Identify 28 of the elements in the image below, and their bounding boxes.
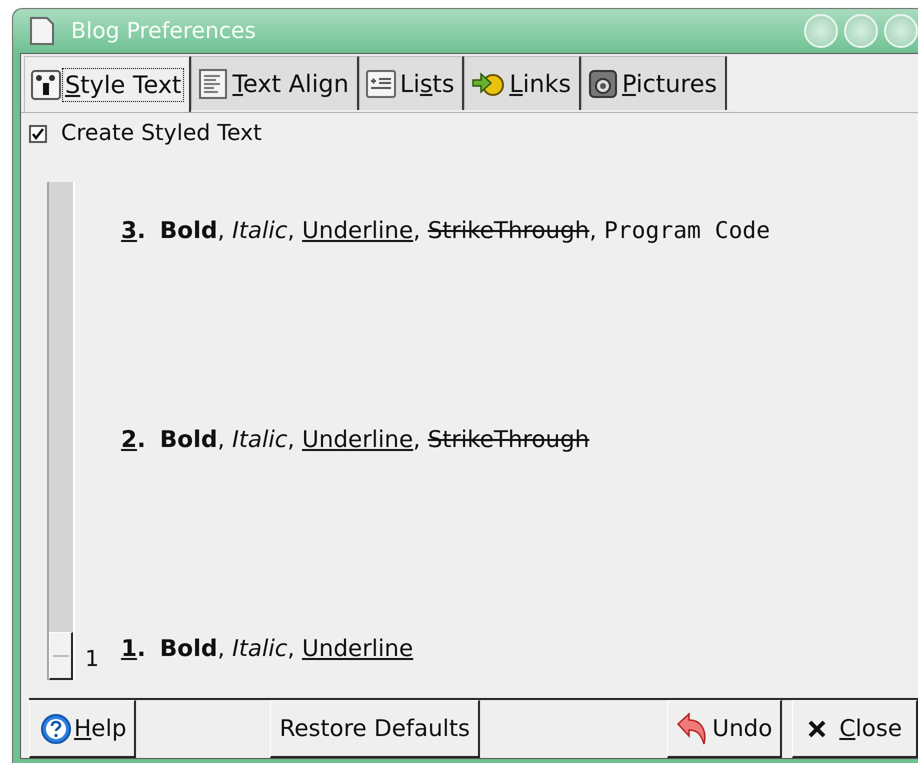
help-icon — [40, 712, 72, 744]
tab[interactable]: Pictures — [580, 56, 728, 110]
close-button[interactable] — [884, 14, 918, 48]
restore-button[interactable]: Restore Defaults — [270, 700, 480, 758]
window-title: Blog Preferences — [71, 18, 256, 44]
minimize-button[interactable] — [804, 14, 838, 48]
tab[interactable]: Style Text — [24, 56, 192, 112]
close-icon — [807, 718, 828, 738]
text-lines-icon — [198, 68, 228, 98]
slider-value: 1 — [85, 647, 99, 674]
document-icon — [29, 16, 55, 46]
list-item: 2. Bold, Italic, Underline, StrikeThrough — [121, 427, 590, 453]
maximize-button[interactable] — [844, 14, 878, 48]
close-button[interactable]: Close — [792, 700, 918, 758]
tab[interactable]: Lists — [358, 56, 464, 110]
camera-icon — [588, 68, 618, 98]
checkbox[interactable] — [29, 124, 47, 142]
slider-track[interactable] — [47, 182, 75, 680]
list-item: 1. Bold, Italic, Underline — [121, 636, 414, 662]
checkbox-label: Create Styled Text — [61, 121, 262, 146]
list-item: 3. Bold, Italic, Underline, StrikeThrough, Program Code — [121, 218, 772, 244]
tab[interactable]: Text Align — [191, 56, 359, 110]
list-icon — [366, 68, 396, 98]
slider-thumb[interactable] — [49, 632, 73, 680]
arrow-ball-icon — [471, 70, 506, 96]
help-button[interactable]: Help — [29, 700, 136, 758]
tab[interactable]: Links — [464, 56, 581, 110]
undo-button[interactable]: Undo — [667, 700, 782, 758]
